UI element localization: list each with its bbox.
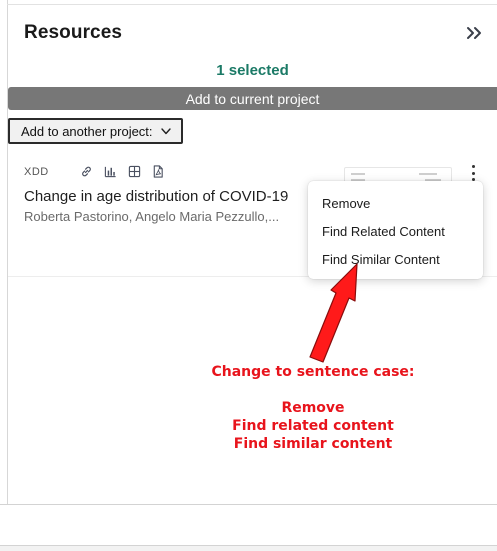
menu-item-find-related-content[interactable]: Find Related Content [308,217,483,245]
link-icon[interactable] [78,163,94,179]
menu-item-find-similar-content[interactable]: Find Similar Content [308,245,483,273]
add-to-another-project-select[interactable]: Add to another project: [8,118,183,144]
panel-top-border [7,4,497,5]
annotation-heading: Change to sentence case: [211,364,415,380]
resource-source: XDD [24,166,49,178]
footer-strip [0,546,497,551]
table-icon[interactable] [126,163,142,179]
double-chevron-right-icon [467,27,481,39]
add-to-another-project-label: Add to another project: [21,123,153,139]
resource-icon-row [78,163,166,179]
pdf-file-icon[interactable] [150,163,166,179]
resource-authors: Roberta Pastorino, Angelo Maria Pezzullo… [24,209,280,224]
chevron-down-icon [160,127,171,134]
more-vertical-icon[interactable] [466,164,480,182]
bar-chart-icon[interactable] [102,163,118,179]
annotation-line-find-related: Find related content [232,418,394,434]
panel-title: Resources [24,22,123,43]
resource-context-menu: Remove Find Related Content Find Similar… [308,181,483,279]
add-to-current-project-button[interactable]: Add to current project [8,87,497,110]
resource-title[interactable]: Change in age distribution of COVID-19 [24,188,312,205]
panel-bottom-border [0,504,497,505]
annotation-line-remove: Remove [281,400,345,416]
collapse-panel-button[interactable] [463,22,485,44]
selected-count: 1 selected [216,62,289,79]
menu-item-remove[interactable]: Remove [308,189,483,217]
annotation-line-find-similar: Find similar content [233,436,393,452]
